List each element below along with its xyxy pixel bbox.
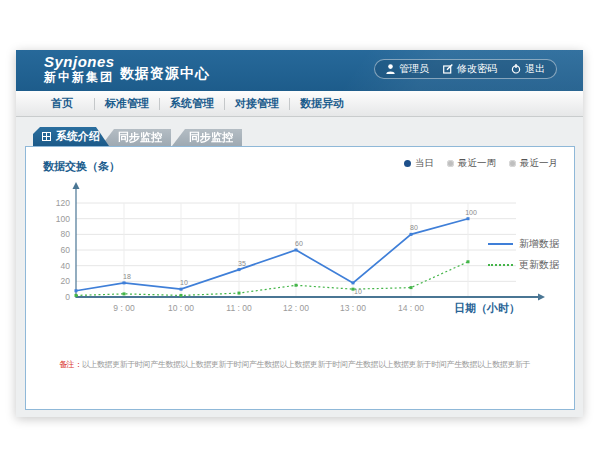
logo-text-en: Synjones <box>44 54 115 70</box>
radio-last-week[interactable]: 最近一周 <box>447 157 496 170</box>
power-icon <box>511 64 521 74</box>
footnote-text: 以上数据更新于时间产生数据以上数据更新于时间产生数据以上数据更新于时间产生数据以… <box>82 360 530 369</box>
legend-label: 新增数据 <box>519 237 559 251</box>
nav-item-home[interactable]: 首页 <box>33 96 91 111</box>
radio-last-month-label: 最近一月 <box>520 157 558 170</box>
user-menu[interactable]: 管理员 <box>386 62 429 76</box>
legend-item-new-data: 新增数据 <box>488 233 559 254</box>
svg-text:60: 60 <box>295 240 303 247</box>
svg-text:18: 18 <box>123 273 131 280</box>
grid-icon <box>42 132 51 141</box>
svg-text:日期（小时）: 日期（小时） <box>454 302 520 315</box>
svg-text:80: 80 <box>61 229 71 239</box>
svg-text:100: 100 <box>56 214 70 224</box>
app-title: 数据资源中心 <box>120 65 210 83</box>
legend-label: 更新数据 <box>519 258 559 272</box>
tab-sync-monitor-1[interactable]: 同步监控 <box>101 129 171 146</box>
radio-today[interactable]: 当日 <box>404 157 434 170</box>
change-password-label: 修改密码 <box>457 62 497 76</box>
radio-last-week-label: 最近一周 <box>458 157 496 170</box>
content-area: 系统介绍 同步监控 同步监控 数据交换（条） 当日 最近一周 最近一月 <box>16 117 583 410</box>
nav-item-standard-mgmt[interactable]: 标准管理 <box>98 96 156 111</box>
logo-text-cn: 新中新集团 <box>44 70 115 85</box>
svg-text:20: 20 <box>61 276 71 286</box>
svg-text:40: 40 <box>61 261 71 271</box>
main-nav: 首页 标准管理 系统管理 对接管理 数据异动 <box>16 91 583 117</box>
svg-text:10: 10 <box>180 279 188 286</box>
legend-line-solid <box>488 243 513 245</box>
svg-text:10: 10 <box>354 288 362 295</box>
radio-selected-icon <box>404 160 411 167</box>
radio-today-label: 当日 <box>415 157 434 170</box>
radio-unselected-icon <box>447 160 454 167</box>
logout-label: 退出 <box>525 62 545 76</box>
svg-text:80: 80 <box>410 224 418 231</box>
edit-icon <box>443 64 453 74</box>
nav-separator <box>224 98 225 110</box>
radio-unselected-icon <box>509 160 516 167</box>
chart-panel: 数据交换（条） 当日 最近一周 最近一月 0 20 40 60 80 100 120 9 : … <box>25 146 575 410</box>
legend-line-dotted <box>488 264 513 266</box>
footnote-label: 备注： <box>59 360 82 369</box>
header: Synjones 新中新集团 数据资源中心 管理员 修改密码 退出 <box>16 50 583 91</box>
svg-text:35: 35 <box>238 260 246 267</box>
nav-item-interface-mgmt[interactable]: 对接管理 <box>228 96 286 111</box>
svg-text:12 : 00: 12 : 00 <box>283 303 309 313</box>
brand-logo: Synjones 新中新集团 <box>44 54 115 85</box>
period-selector: 当日 最近一周 最近一月 <box>404 157 558 170</box>
tab-bar: 系统介绍 同步监控 同步监控 <box>33 127 575 146</box>
tab-system-intro[interactable]: 系统介绍 <box>33 127 109 146</box>
nav-separator <box>159 98 160 110</box>
tab-label: 系统介绍 <box>56 127 100 146</box>
svg-text:13 : 00: 13 : 00 <box>340 303 366 313</box>
svg-text:9 : 00: 9 : 00 <box>113 303 135 313</box>
nav-separator <box>289 98 290 110</box>
radio-last-month[interactable]: 最近一月 <box>509 157 558 170</box>
nav-item-data-change[interactable]: 数据异动 <box>293 96 351 111</box>
chart-title: 数据交换（条） <box>43 159 120 174</box>
footnote: 备注：以上数据更新于时间产生数据以上数据更新于时间产生数据以上数据更新于时间产生… <box>59 359 530 371</box>
change-password-button[interactable]: 修改密码 <box>443 62 497 76</box>
svg-text:60: 60 <box>61 245 71 255</box>
nav-separator <box>94 98 95 110</box>
svg-text:11 : 00: 11 : 00 <box>226 303 252 313</box>
user-label: 管理员 <box>399 62 429 76</box>
svg-text:120: 120 <box>56 198 70 208</box>
legend-item-updated-data: 更新数据 <box>488 254 559 275</box>
tab-sync-monitor-2[interactable]: 同步监控 <box>172 129 242 146</box>
nav-item-system-mgmt[interactable]: 系统管理 <box>163 96 221 111</box>
app-window: Synjones 新中新集团 数据资源中心 管理员 修改密码 退出 首页 标准管… <box>16 50 583 417</box>
svg-text:10 : 00: 10 : 00 <box>168 303 194 313</box>
chart-legend: 新增数据 更新数据 <box>488 233 559 275</box>
svg-text:14 : 00: 14 : 00 <box>398 303 424 313</box>
svg-text:100: 100 <box>465 209 477 216</box>
user-icon <box>386 64 395 74</box>
user-toolbar: 管理员 修改密码 退出 <box>374 59 557 79</box>
svg-text:0: 0 <box>65 292 70 302</box>
logout-button[interactable]: 退出 <box>511 62 545 76</box>
